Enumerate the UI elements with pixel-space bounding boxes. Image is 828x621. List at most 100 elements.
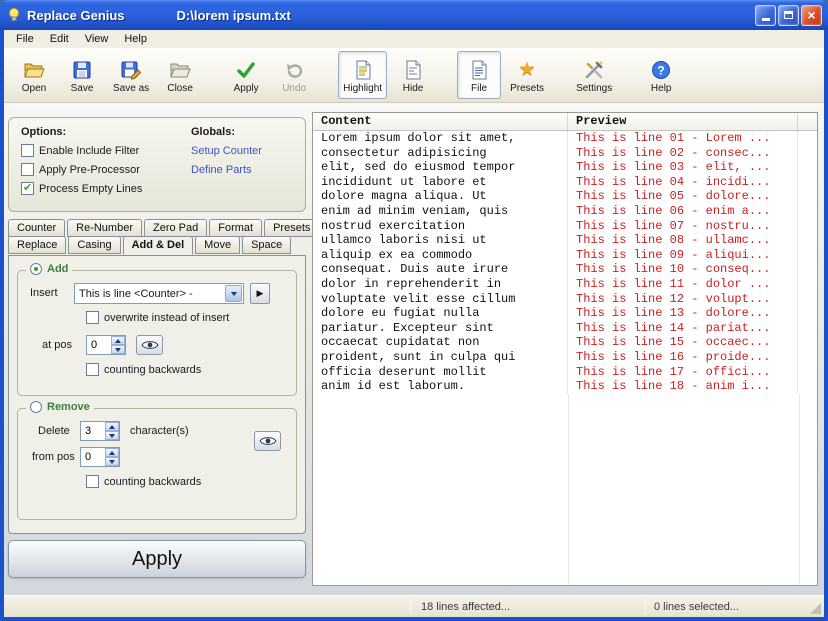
list-row[interactable]: occaecat cupidatat non This is line 15 - … <box>313 335 817 350</box>
list-row[interactable]: enim ad minim veniam, quis This is line 0… <box>313 203 817 219</box>
menu-edit[interactable]: Edit <box>42 32 77 46</box>
menu-help[interactable]: Help <box>116 32 155 46</box>
list-row[interactable]: ullamco laboris nisi ut This is line 08 -… <box>313 233 817 248</box>
empty-column-header <box>798 113 817 130</box>
list-row[interactable]: dolore magna aliqua. Ut This is line 05 -… <box>313 189 817 204</box>
tab-move[interactable]: Move <box>195 236 241 254</box>
list-row[interactable]: pariatur. Excepteur sint This is line 14 … <box>313 320 817 336</box>
eye-icon <box>140 341 159 349</box>
resize-grip[interactable] <box>810 603 821 614</box>
content-cell: dolore magna aliqua. Ut <box>313 189 568 204</box>
delete-count-input[interactable] <box>81 422 105 440</box>
checkbox-add-counting-backwards[interactable]: counting backwards <box>86 363 201 376</box>
preview-column-header[interactable]: Preview <box>568 113 798 130</box>
remove-legend: Remove <box>26 401 94 413</box>
help-button-label: Help <box>650 82 672 94</box>
remove-radio[interactable] <box>30 401 42 413</box>
checkbox-process-empty-lines[interactable]: Process Empty Lines <box>21 181 143 195</box>
add-preview-eye-button[interactable] <box>136 335 163 355</box>
tab-re-number[interactable]: Re-Number <box>67 219 142 237</box>
spinner-up-button[interactable] <box>111 336 125 345</box>
from-pos-input[interactable] <box>81 448 105 466</box>
preview-cell: This is line 04 - incidi... <box>568 174 798 190</box>
remove-legend-label: Remove <box>47 401 90 413</box>
tab-format[interactable]: Format <box>209 219 263 237</box>
hide-button[interactable]: Hide <box>391 51 435 99</box>
checkbox-overwrite[interactable]: overwrite instead of insert <box>86 311 229 324</box>
lines-selected-status: 0 lines selected... <box>654 600 739 613</box>
insert-expand-button[interactable]: ▶ <box>250 283 270 304</box>
checkbox-apply-pre-processor[interactable]: Apply Pre-Processor <box>21 163 142 176</box>
tab-casing[interactable]: Casing <box>68 236 121 254</box>
maximize-button[interactable] <box>778 4 799 26</box>
list-row[interactable]: elit, sed do eiusmod tempor This is line … <box>313 160 817 175</box>
content-column-header[interactable]: Content <box>313 113 568 130</box>
insert-combobox[interactable]: This is line <Counter> - <box>74 283 244 304</box>
spinner-down-button[interactable] <box>105 431 119 440</box>
list-row[interactable]: officia deserunt mollit This is line 17 -… <box>313 364 817 380</box>
tab-add-and-del[interactable]: Add & Del <box>122 236 194 255</box>
from-pos-label: from pos <box>32 451 75 463</box>
spinner-up-button[interactable] <box>105 448 119 457</box>
close-button[interactable]: × <box>801 4 822 26</box>
options-group: Options: Enable Include Filter Apply Pre… <box>21 126 142 195</box>
help-button[interactable]: ? Help <box>639 51 683 99</box>
app-title: Replace Genius <box>27 7 125 23</box>
list-row[interactable]: aliquip ex ea commodo This is line 09 - a… <box>313 247 817 263</box>
globals-heading: Globals: <box>191 126 236 138</box>
list-row[interactable]: incididunt ut labore et This is line 04 -… <box>313 174 817 190</box>
content-preview-list: Content Preview Lorem ipsum dolor sit am… <box>312 112 818 586</box>
setup-counter-link[interactable]: Setup Counter <box>191 145 262 157</box>
tab-space[interactable]: Space <box>242 236 292 254</box>
checkbox-box-icon <box>86 311 99 324</box>
save-button[interactable]: Save <box>60 51 104 99</box>
apply-button[interactable]: Apply <box>8 540 306 578</box>
content-cell: nostrud exercitation <box>313 218 568 234</box>
open-button[interactable]: Open <box>12 51 56 99</box>
tools-icon <box>583 58 605 82</box>
tab-replace[interactable]: Replace <box>8 236 67 254</box>
main-content: Options: Enable Include Filter Apply Pre… <box>4 103 824 595</box>
list-row[interactable]: voluptate velit esse cillum This is line … <box>313 291 817 307</box>
list-row[interactable]: anim id est laborum. This is line 18 - an… <box>313 379 817 394</box>
presets-button[interactable]: ★ Presets <box>505 51 549 99</box>
list-row[interactable]: Lorem ipsum dolor sit amet, This is line … <box>313 131 817 146</box>
tab-zero-pad[interactable]: Zero Pad <box>144 219 208 237</box>
close-file-button[interactable]: Close <box>158 51 202 99</box>
menu-file[interactable]: File <box>8 32 42 46</box>
tab-counter[interactable]: Counter <box>8 219 66 237</box>
list-row[interactable]: nostrud exercitation This is line 07 - no… <box>313 218 817 234</box>
list-row[interactable]: proident, sunt in culpa qui This is line … <box>313 349 817 365</box>
checkbox-remove-counting-backwards[interactable]: counting backwards <box>86 475 201 488</box>
list-row[interactable]: dolore eu fugiat nulla This is line 13 - … <box>313 306 817 321</box>
apply-toolbar-button[interactable]: Apply <box>224 51 268 99</box>
checkbox-enable-include-filter[interactable]: Enable Include Filter <box>21 144 142 157</box>
spinner-down-button[interactable] <box>111 345 125 354</box>
options-heading: Options: <box>21 126 67 138</box>
combobox-dropdown-button[interactable] <box>225 285 242 302</box>
spinner-down-button[interactable] <box>105 457 119 466</box>
at-pos-spinner <box>86 335 126 355</box>
at-pos-input[interactable] <box>87 336 111 354</box>
file-view-button[interactable]: File <box>457 51 502 99</box>
spinner-up-button[interactable] <box>105 422 119 431</box>
remove-preview-eye-button[interactable] <box>254 431 281 451</box>
define-parts-link[interactable]: Define Parts <box>191 164 252 176</box>
add-radio[interactable] <box>30 263 42 275</box>
maximize-icon <box>784 11 793 19</box>
undo-button[interactable]: Undo <box>272 51 316 99</box>
lines-affected-status: 18 lines affected... <box>421 600 511 613</box>
list-row[interactable]: consequat. Duis aute irure This is line 1… <box>313 262 817 277</box>
list-row[interactable]: dolor in reprehenderit in This is line 11… <box>313 276 817 292</box>
highlight-button[interactable]: Highlight <box>338 51 388 99</box>
titlebar[interactable]: Replace Genius D:\lorem ipsum.txt × <box>0 0 828 30</box>
content-cell: dolore eu fugiat nulla <box>313 306 568 321</box>
menu-view[interactable]: View <box>77 32 117 46</box>
toolbar-group-settings: Settings <box>571 51 617 99</box>
save-as-button[interactable]: Save as <box>108 51 154 99</box>
content-cell: incididunt ut labore et <box>313 174 568 190</box>
checkbox-label: Process Empty Lines <box>39 182 143 195</box>
minimize-button[interactable] <box>755 4 776 26</box>
list-row[interactable]: consectetur adipisicing This is line 02 -… <box>313 145 817 161</box>
settings-button[interactable]: Settings <box>571 51 617 99</box>
